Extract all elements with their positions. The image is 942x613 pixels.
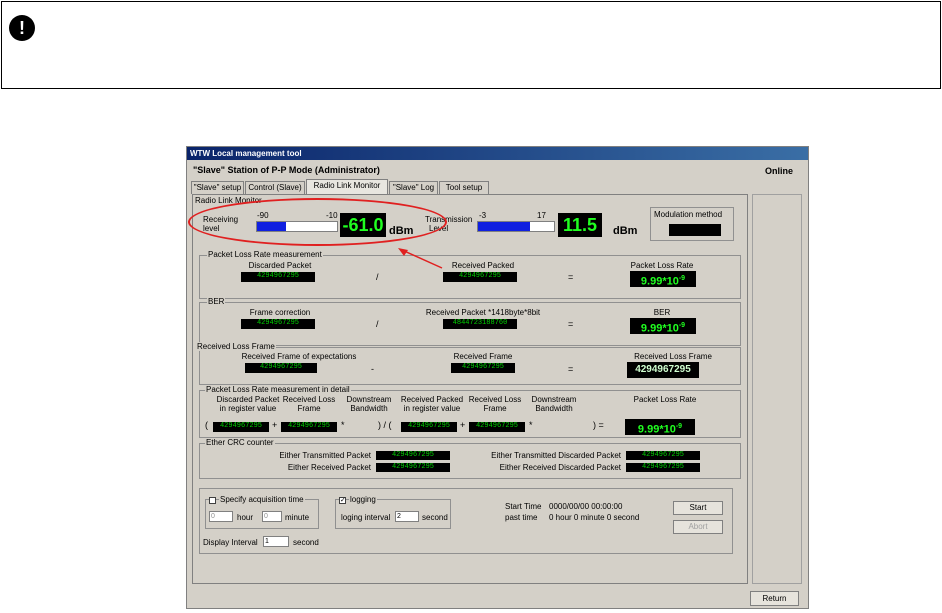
tab-radio-link-monitor[interactable]: Radio Link Monitor: [306, 179, 388, 194]
highlight-arrow: [398, 248, 443, 269]
